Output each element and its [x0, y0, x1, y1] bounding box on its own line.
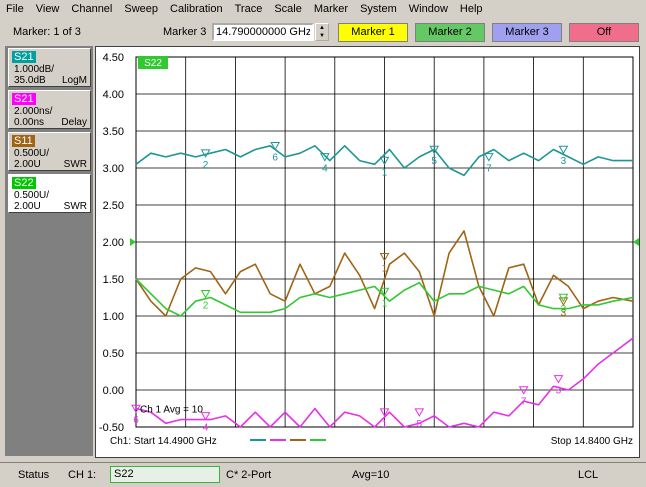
trace-tag: S21: [12, 51, 36, 63]
y-tick-label: 3.50: [103, 126, 124, 138]
trace-reference: 2.00U: [14, 159, 41, 170]
menu-sweep[interactable]: Sweep: [118, 0, 164, 18]
menu-window[interactable]: Window: [403, 0, 454, 18]
frequency-spinner[interactable]: ▲ ▼: [315, 23, 329, 41]
y-tick-label: 1.00: [103, 311, 124, 323]
status-calibration: C* 2-Port: [226, 469, 272, 481]
trace-list-panel: S21 1.000dB/ 35.0dB LogM S21 2.000ns/ 0.…: [5, 46, 93, 456]
spin-down-icon[interactable]: ▼: [316, 32, 328, 40]
status-channel: CH 1:: [68, 469, 97, 481]
marker-label: 7: [521, 397, 527, 408]
y-tick-label: 0.00: [103, 385, 124, 397]
trace-scale: 0.500U/: [14, 148, 50, 159]
trace-reference: 0.00ns: [14, 117, 45, 128]
marker-label: 1: [382, 298, 388, 309]
marker-label: 5: [417, 419, 423, 430]
trace-format: SWR: [63, 159, 87, 170]
marker-off-button[interactable]: Off: [569, 23, 639, 42]
status-label: Status: [18, 469, 50, 481]
marker-label: 2: [203, 301, 209, 312]
status-active-trace: S22: [110, 466, 220, 483]
measurement-plot[interactable]: 4.50 4.00 3.50 3.00 2.50 2.00 1.50 1.00 0.50 0.00…: [95, 46, 640, 458]
menu-marker[interactable]: Marker: [308, 0, 354, 18]
start-frequency-label: Ch1: Start 14.4900 GHz: [110, 436, 217, 447]
marker-3-button[interactable]: Marker 3: [492, 23, 562, 42]
trace-tag: S21: [12, 93, 36, 105]
trace-scale: 1.000dB/: [14, 64, 55, 75]
trace-item-s11-swr[interactable]: S11 0.500U/ 2.00U SWR: [8, 132, 91, 171]
trace-reference: 35.0dB: [14, 75, 46, 86]
status-bar: Status CH 1: S22 C* 2-Port Avg=10 LCL: [0, 462, 646, 487]
marker-1-button[interactable]: Marker 1: [338, 23, 408, 42]
marker-name-label: Marker 3: [163, 26, 207, 38]
stop-frequency-label: Stop 14.8400 GHz: [551, 436, 633, 447]
trace-format: LogM: [61, 75, 87, 86]
trace-format: Delay: [61, 117, 87, 128]
menu-file[interactable]: File: [0, 0, 30, 18]
spin-up-icon[interactable]: ▲: [316, 24, 328, 32]
reference-left-icon: [130, 238, 136, 246]
status-mode: LCL: [578, 469, 599, 481]
marker-label: 3: [561, 156, 567, 167]
marker-toolbar: Marker: 1 of 3 Marker 3 ▲ ▼ Marker 1 Mar…: [0, 19, 646, 45]
trace-tag: S11: [12, 135, 35, 147]
status-averaging: Avg=10: [352, 469, 390, 481]
marker-label: 6: [272, 153, 278, 164]
marker-label: 1: [382, 264, 388, 275]
y-tick-label: 2.00: [103, 237, 124, 249]
y-tick-label: -0.50: [99, 422, 124, 434]
y-tick-label: 3.00: [103, 163, 124, 175]
marker-label: 5: [431, 156, 437, 167]
marker-count-label: Marker: 1 of 3: [13, 26, 81, 38]
trace-item-s21-delay[interactable]: S21 2.000ns/ 0.00ns Delay: [8, 90, 91, 129]
marker-label: 4: [322, 164, 328, 175]
marker-label: 2: [203, 160, 209, 171]
menu-scale[interactable]: Scale: [268, 0, 308, 18]
marker-label: 4: [203, 423, 209, 434]
trace-item-s22-swr[interactable]: S22 0.500U/ 2.00U SWR: [8, 174, 91, 213]
marker-label: 1: [382, 167, 388, 178]
marker-label: 6: [133, 415, 139, 426]
marker-label: 7: [486, 164, 492, 175]
menu-calibration[interactable]: Calibration: [164, 0, 229, 18]
reference-right-icon: [633, 238, 639, 246]
marker-2-button[interactable]: Marker 2: [415, 23, 485, 42]
marker-label: 1: [382, 419, 388, 430]
trace-reference: 2.00U: [14, 201, 41, 212]
trace-item-s21-logm[interactable]: S21 1.000dB/ 35.0dB LogM: [8, 48, 91, 87]
y-tick-label: 1.50: [103, 274, 124, 286]
y-tick-label: 2.50: [103, 200, 124, 212]
marker-frequency-input[interactable]: [212, 23, 314, 41]
marker-label: 3: [561, 304, 567, 315]
active-trace-label: S22: [144, 58, 162, 69]
trace-scale: 0.500U/: [14, 190, 50, 201]
trace-format: SWR: [63, 201, 87, 212]
trace-scale: 2.000ns/: [14, 106, 53, 117]
y-tick-label: 4.00: [103, 89, 124, 101]
channel-info-label: Ch 1 Avg = 10: [140, 405, 203, 416]
menu-view[interactable]: View: [30, 0, 66, 18]
menu-channel[interactable]: Channel: [65, 0, 118, 18]
marker-label: 3: [556, 386, 562, 397]
menu-trace[interactable]: Trace: [229, 0, 269, 18]
menu-help[interactable]: Help: [454, 0, 489, 18]
menu-system[interactable]: System: [354, 0, 403, 18]
plot-canvas[interactable]: 4.50 4.00 3.50 3.00 2.50 2.00 1.50 1.00 0.50 0.00…: [96, 47, 639, 457]
y-tick-label: 0.50: [103, 348, 124, 360]
y-tick-label: 4.50: [103, 52, 124, 64]
trace-tag: S22: [12, 177, 36, 189]
menu-bar: File View Channel Sweep Calibration Trace Scal…: [0, 0, 646, 18]
